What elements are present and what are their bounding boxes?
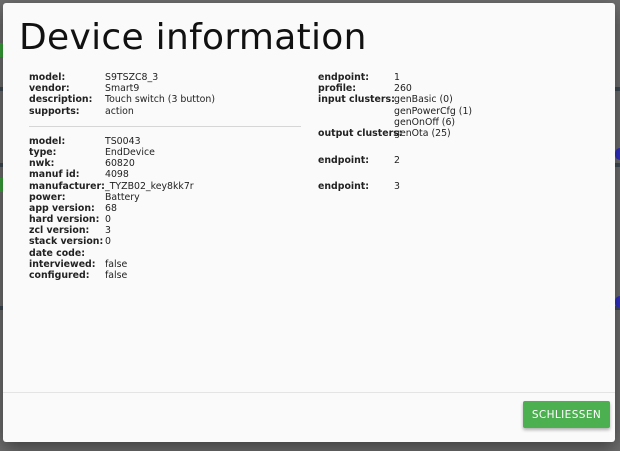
dialog-footer-divider [3, 392, 615, 393]
info-row-description: description: Touch switch (3 button) [29, 94, 215, 106]
cluster-item: genBasic (0) [394, 94, 453, 106]
info-row-configured: configured: false [29, 270, 128, 281]
profile-row: profile: 260 [318, 83, 412, 95]
info-row-nwk: nwk: 60820 [29, 158, 135, 170]
output-clusters-row: output clusters: genOta (25) [318, 127, 451, 139]
info-row-vendor: vendor: Smart9 [29, 83, 140, 95]
info-row-manuf-id: manuf id: 4098 [29, 169, 129, 181]
cluster-item: genOnOff (6) [394, 116, 456, 128]
dialog-title: Device information [19, 17, 367, 58]
background-toggle [615, 296, 620, 308]
section-divider [29, 125, 301, 127]
endpoint-3: endpoint: 3 [318, 181, 518, 192]
info-row-stack-version: stack version: 0 [29, 236, 111, 248]
close-button[interactable]: SCHLIESSEN [523, 401, 610, 428]
info-row-interviewed: interviewed: false [29, 258, 128, 270]
info-row-manufacturer: manufacturer: _TYZB02_key8kk7r [29, 180, 194, 192]
info-row-model: model: TS0043 [29, 135, 141, 147]
info-row-supports: supports: action [29, 105, 134, 117]
info-row-power: power: Battery [29, 191, 140, 203]
info-row-model: model: S9TSZC8_3 [29, 72, 159, 83]
info-row-hard-version: hard version: 0 [29, 214, 111, 226]
input-clusters-row: input clusters: genBasic (0) genPowerCfg… [318, 94, 473, 128]
device-info-column: model: S9TSZC8_3 vendor: Smart9 descriptio… [29, 72, 301, 281]
info-row-type: type: EndDevice [29, 146, 155, 158]
endpoints-column: endpoint: 1 profile: 260 input clusters: g… [318, 72, 518, 193]
cluster-item: genPowerCfg (1) [394, 105, 473, 117]
endpoint-2: endpoint: 2 [318, 155, 518, 166]
definition-section: model: S9TSZC8_3 vendor: Smart9 descriptio… [29, 72, 301, 117]
device-info-dialog: Device information model: S9TSZC8_3 vendo… [3, 3, 615, 442]
device-section: model: TS0043 type: EndDevice nwk: 60820 ma… [29, 136, 301, 281]
info-row-date-code: date code: [29, 247, 85, 259]
background-toggle [615, 148, 620, 160]
endpoint-row: endpoint: 3 [318, 181, 400, 193]
endpoint-row: endpoint: 1 [318, 72, 400, 83]
endpoint-row: endpoint: 2 [318, 154, 400, 166]
info-row-zcl-version: zcl version: 3 [29, 225, 111, 237]
info-row-app-version: app version: 68 [29, 202, 117, 214]
input-clusters-list: genBasic (0) genPowerCfg (1) genOnOff (6… [394, 94, 472, 128]
endpoint-1: endpoint: 1 profile: 260 input clusters: g… [318, 72, 518, 139]
